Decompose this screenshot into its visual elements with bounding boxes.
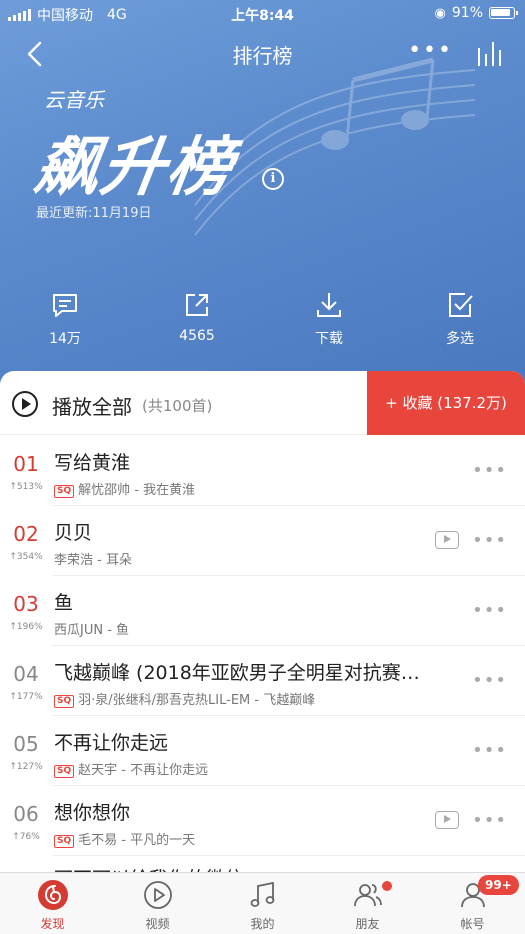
info-icon[interactable]: i — [262, 168, 284, 190]
battery-icon — [489, 7, 518, 19]
video-play-icon — [143, 881, 172, 909]
song-more-icon[interactable]: ••• — [472, 810, 507, 831]
download-icon — [317, 293, 341, 317]
download-button[interactable]: 下载 — [279, 290, 379, 348]
rotation-lock-icon: ◉ — [434, 5, 446, 21]
song-artist-album: 西瓜JUN - 鱼 — [54, 623, 130, 638]
play-all-icon[interactable] — [12, 391, 38, 417]
tab-friends[interactable]: 朋友 — [315, 873, 420, 934]
song-list: 01 ↑513% 写给黄淮 SQ 解忧邵帅 - 我在黄淮 ••• 02 ↑354%… — [0, 436, 525, 856]
tab-mine-label: 我的 — [250, 917, 275, 931]
tab-video-label: 视频 — [145, 917, 170, 931]
mv-play-icon[interactable] — [435, 531, 459, 549]
multi-select-button[interactable]: 多选 — [410, 290, 510, 348]
brand-label: 云音乐 — [44, 88, 104, 112]
play-all-button[interactable]: 播放全部 — [52, 391, 132, 420]
song-more-icon[interactable]: ••• — [472, 460, 507, 481]
song-row[interactable]: 01 ↑513% 写给黄淮 SQ 解忧邵帅 - 我在黄淮 ••• — [0, 436, 525, 506]
nav-bar: 排行榜 ••• — [0, 32, 525, 76]
checkbox-icon — [449, 293, 473, 317]
song-title: 飞越巅峰 (2018年亚欧男子全明星对抗赛… — [54, 662, 420, 684]
netease-logo-icon — [37, 880, 68, 910]
sq-badge: SQ — [54, 695, 75, 708]
collect-button[interactable]: + 收藏 (137.2万) — [367, 371, 525, 435]
song-more-icon[interactable]: ••• — [472, 740, 507, 761]
action-row: 14万 4565 下载 多选 — [0, 290, 525, 360]
sq-badge: SQ — [54, 765, 75, 778]
bottom-tab-bar: 发现 视频 我的 朋友 帐号 99+ — [0, 872, 525, 934]
song-rank: 03 — [13, 592, 39, 616]
song-artist-album: 羽·泉/张继科/那吾克热LIL-EM - 飞越巅峰 — [78, 693, 316, 708]
song-row[interactable]: 05 ↑127% 不再让你走远 SQ 赵天宇 - 不再让你走远 ••• — [0, 716, 525, 786]
song-rank: 05 — [13, 732, 39, 756]
friends-notification-dot — [382, 881, 392, 891]
song-trend: ↑127% — [9, 762, 43, 772]
download-label: 下载 — [315, 331, 343, 347]
multi-select-label: 多选 — [446, 331, 474, 347]
song-trend: ↑177% — [9, 692, 43, 702]
comment-count: 14万 — [49, 331, 81, 347]
battery-percent: 91% — [451, 5, 483, 21]
song-trend: ↑513% — [9, 482, 43, 492]
song-trend: ↑196% — [9, 622, 43, 632]
friends-icon — [353, 884, 382, 907]
song-title: 写给黄淮 — [54, 452, 131, 474]
song-count: (共100首) — [142, 397, 213, 415]
song-artist-album: 赵天宇 - 不再让你走远 — [78, 763, 209, 778]
song-rank: 01 — [13, 452, 39, 476]
song-row[interactable]: 02 ↑354% 贝贝 李荣浩 - 耳朵 ••• — [0, 506, 525, 576]
song-row[interactable]: 04 ↑177% 飞越巅峰 (2018年亚欧男子全明星对抗赛… SQ 羽·泉/张继… — [0, 646, 525, 716]
song-more-icon[interactable]: ••• — [472, 530, 507, 551]
now-playing-bars-icon[interactable] — [475, 38, 505, 68]
song-rank: 04 — [13, 662, 39, 686]
status-bar: 中国移动 4G 上午8:44 ◉ 91% — [0, 0, 525, 28]
song-more-icon[interactable]: ••• — [472, 600, 507, 621]
update-date: 最近更新:11月19日 — [36, 206, 152, 221]
song-row[interactable]: 03 ↑196% 鱼 西瓜JUN - 鱼 ••• — [0, 576, 525, 646]
song-row[interactable]: 06 ↑76% 想你想你 SQ 毛不易 - 平凡的一天 ••• — [0, 786, 525, 856]
comment-button[interactable]: 14万 — [15, 290, 115, 348]
chart-header: 中国移动 4G 上午8:44 ◉ 91% 排行榜 ••• 云音乐 飙升榜 i 最… — [0, 0, 525, 392]
chart-name: 飙升榜 — [29, 131, 239, 205]
song-title: 贝贝 — [54, 522, 93, 544]
song-title: 鱼 — [54, 592, 74, 614]
song-rank: 02 — [13, 522, 39, 546]
song-artist-album: 李荣浩 - 耳朵 — [54, 553, 132, 568]
sq-badge: SQ — [54, 835, 75, 848]
tab-video[interactable]: 视频 — [105, 873, 210, 934]
song-artist-album: 毛不易 - 平凡的一天 — [78, 833, 196, 848]
share-icon — [186, 294, 208, 316]
more-icon[interactable]: ••• — [408, 38, 453, 63]
comment-icon — [53, 294, 77, 317]
mv-play-icon[interactable] — [435, 811, 459, 829]
tab-discover[interactable]: 发现 — [0, 873, 105, 934]
song-trend: ↑354% — [9, 552, 43, 562]
tab-friends-label: 朋友 — [355, 917, 380, 931]
share-count: 4565 — [179, 328, 215, 344]
play-all-bar: 播放全部 (共100首) + 收藏 (137.2万) — [0, 371, 525, 435]
song-title: 不再让你走远 — [54, 732, 169, 754]
account-badge: 99+ — [478, 875, 519, 895]
song-more-icon[interactable]: ••• — [472, 670, 507, 691]
tab-discover-label: 发现 — [40, 917, 65, 931]
song-title: 想你想你 — [54, 802, 131, 824]
share-button[interactable]: 4565 — [147, 290, 247, 344]
song-artist-album: 解忧邵帅 - 我在黄淮 — [78, 483, 196, 498]
music-note-icon — [250, 881, 274, 907]
tab-account-label: 帐号 — [460, 917, 485, 931]
song-rank: 06 — [13, 802, 39, 826]
tab-mine[interactable]: 我的 — [210, 873, 315, 934]
song-trend: ↑76% — [12, 832, 40, 842]
sq-badge: SQ — [54, 485, 75, 498]
